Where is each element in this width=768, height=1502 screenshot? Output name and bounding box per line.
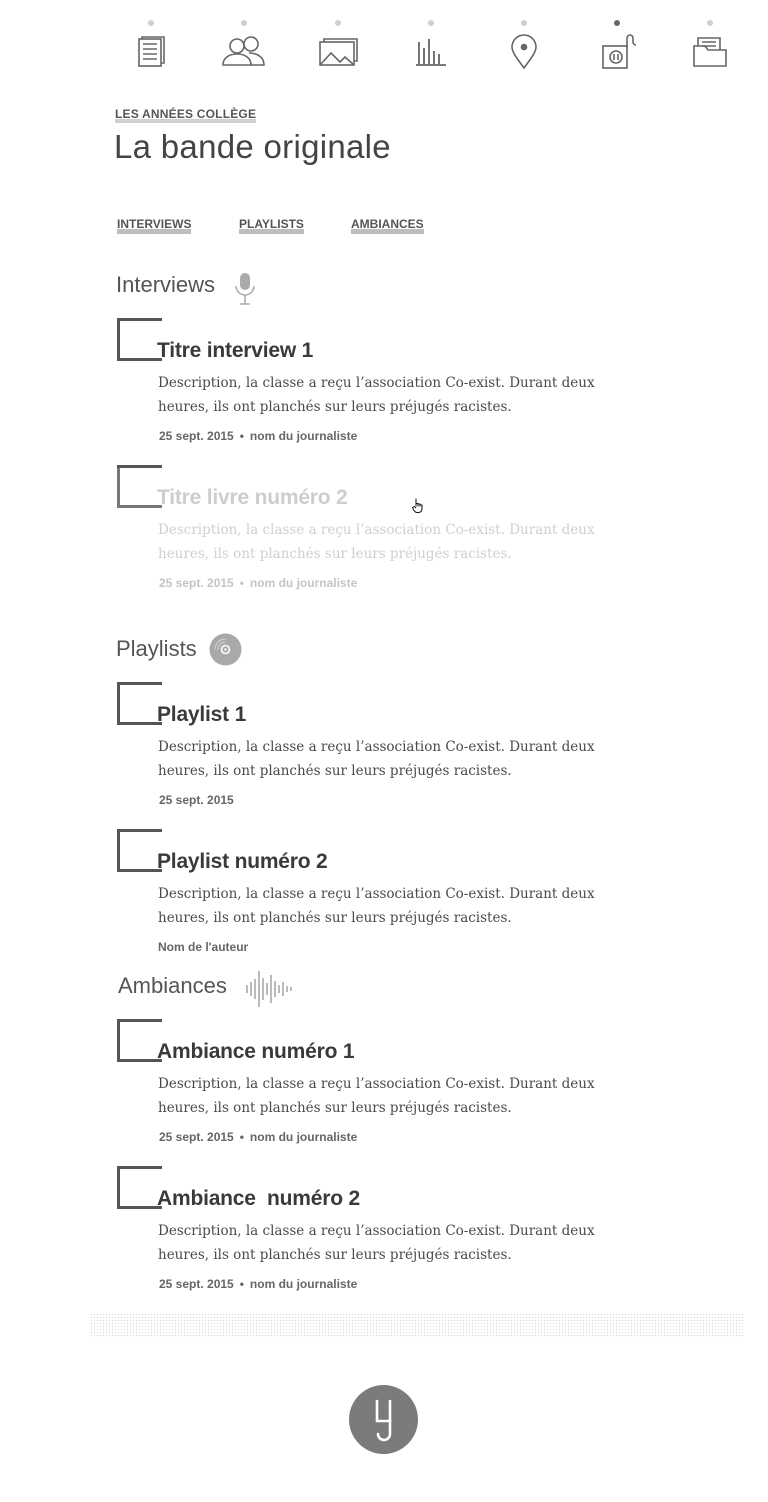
soundwave-icon <box>245 970 293 1013</box>
card-description: Description, la classe a reçu l’associat… <box>158 375 595 415</box>
card-meta: 25 sept. 2015 • nom du journaliste <box>159 429 357 443</box>
card-date: 25 sept. 2015 <box>159 793 234 807</box>
card-thumbnail-frame-top <box>117 1019 162 1022</box>
card-title[interactable]: Titre interview 1 <box>157 339 313 363</box>
card-date: 25 sept. 2015 <box>159 429 234 443</box>
card-description: Description, la classe a reçu l’associat… <box>158 1223 595 1263</box>
section-kicker: LES ANNÉES COLLÈGE <box>115 107 257 123</box>
article-icon <box>121 34 181 70</box>
tab-interviews[interactable]: INTERVIEWS <box>117 217 192 234</box>
card-thumbnail-frame-top <box>117 318 162 321</box>
microphone-icon <box>233 272 257 311</box>
card-description: Description, la classe a reçu l’associat… <box>158 739 595 779</box>
card-thumbnail-frame-top <box>117 682 162 685</box>
card-title[interactable]: Titre livre numéro 2 <box>157 486 348 510</box>
nav-indicator-dot <box>707 20 713 26</box>
nav-indicator-dot <box>241 20 247 26</box>
card-thumbnail-frame <box>117 1166 162 1209</box>
card-date: 25 sept. 2015 <box>159 1130 234 1144</box>
hand-cursor-icon <box>411 497 425 513</box>
card-author: nom du journaliste <box>249 1130 358 1144</box>
location-pin-icon <box>494 34 554 70</box>
interview-card[interactable]: Titre livre numéro 2 Description, la cla… <box>117 465 617 595</box>
card-date: 25 sept. 2015 <box>159 576 234 590</box>
nav-item-articles[interactable] <box>121 18 181 78</box>
footer-divider <box>90 1313 744 1337</box>
nav-item-portraits[interactable] <box>214 18 274 78</box>
top-navigation <box>0 0 768 80</box>
card-thumbnail-frame-top <box>117 829 162 832</box>
people-icon <box>214 34 274 70</box>
chart-icon <box>401 34 461 70</box>
section-title-playlists: Playlists <box>116 636 197 661</box>
playlist-card[interactable]: Playlist numéro 2 Description, la classe… <box>117 829 617 959</box>
tab-ambiances[interactable]: AMBIANCES <box>351 217 424 234</box>
card-date: 25 sept. 2015 <box>159 1277 234 1291</box>
card-thumbnail-frame <box>117 682 162 725</box>
playlist-card[interactable]: Playlist 1 Description, la classe a reçu… <box>117 682 617 812</box>
page-title: La bande originale <box>114 128 391 165</box>
card-title[interactable]: Ambiance numéro 1 <box>157 1040 355 1064</box>
section-title-ambiances: Ambiances <box>118 973 227 998</box>
card-thumbnail-frame <box>117 829 162 872</box>
card-meta: 25 sept. 2015 • nom du journaliste <box>159 576 357 590</box>
card-meta: 25 sept. 2015 • nom du journaliste <box>159 1277 357 1291</box>
card-meta: 25 sept. 2015 <box>159 793 234 807</box>
card-thumbnail-frame-top <box>117 1166 162 1169</box>
card-thumbnail-frame <box>117 465 162 508</box>
nav-item-archive[interactable] <box>680 18 740 78</box>
card-author: nom du journaliste <box>249 1277 358 1291</box>
section-title-interviews: Interviews <box>116 272 216 297</box>
interview-card[interactable]: Titre interview 1 Description, la classe… <box>117 318 617 448</box>
nav-item-audio[interactable] <box>587 18 647 78</box>
tab-playlists[interactable]: PLAYLISTS <box>239 217 304 234</box>
nav-indicator-dot <box>521 20 527 26</box>
nav-item-map[interactable] <box>494 18 554 78</box>
card-title[interactable]: Playlist 1 <box>157 703 246 727</box>
card-meta: Nom de l'auteur <box>158 940 248 954</box>
card-author: nom du journaliste <box>249 429 358 443</box>
card-title[interactable]: Playlist numéro 2 <box>157 850 328 874</box>
brand-logo-icon[interactable] <box>349 1385 418 1454</box>
meta-separator: • <box>239 1277 244 1291</box>
ambiance-card[interactable]: Ambiance numéro 1 Description, la classe… <box>117 1019 617 1149</box>
photo-icon <box>308 34 368 70</box>
nav-item-photos[interactable] <box>308 18 368 78</box>
radio-icon <box>587 34 647 70</box>
meta-separator: • <box>239 576 244 590</box>
meta-separator: • <box>239 429 244 443</box>
card-author: nom du journaliste <box>249 576 358 590</box>
card-title[interactable]: Ambiance numéro 2 <box>157 1187 360 1211</box>
card-thumbnail-frame-top <box>117 465 162 468</box>
card-thumbnail-frame <box>117 1019 162 1062</box>
card-description: Description, la classe a reçu l’associat… <box>158 522 595 562</box>
folder-icon <box>680 34 740 70</box>
card-meta: 25 sept. 2015 • nom du journaliste <box>159 1130 357 1144</box>
card-thumbnail-frame <box>117 318 162 361</box>
vinyl-disc-icon <box>209 633 242 671</box>
nav-indicator-dot <box>614 20 620 26</box>
nav-indicator-dot <box>335 20 341 26</box>
nav-indicator-dot <box>428 20 434 26</box>
nav-indicator-dot <box>148 20 154 26</box>
card-description: Description, la classe a reçu l’associat… <box>158 886 595 926</box>
ambiance-card[interactable]: Ambiance numéro 2 Description, la classe… <box>117 1166 617 1296</box>
card-author: Nom de l'auteur <box>158 940 249 954</box>
nav-item-stats[interactable] <box>401 18 461 78</box>
card-description: Description, la classe a reçu l’associat… <box>158 1076 595 1116</box>
meta-separator: • <box>239 1130 244 1144</box>
